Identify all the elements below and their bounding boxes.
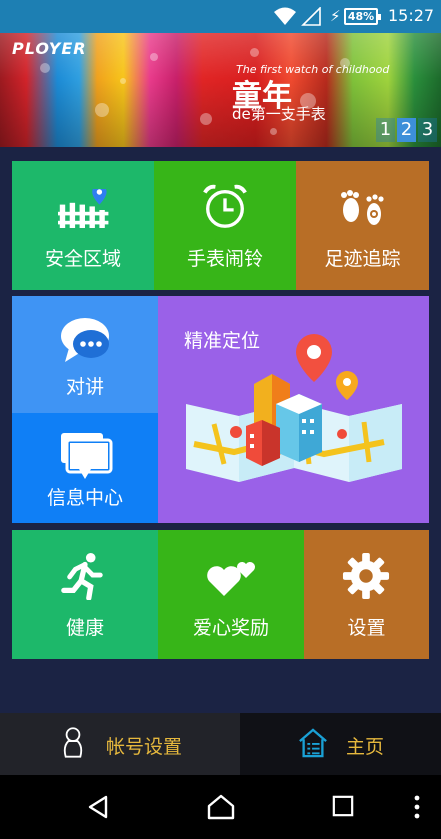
chat-bubble-icon [61, 318, 109, 362]
home-button-icon[interactable] [207, 794, 235, 820]
brand-logo: PLOYER [12, 39, 87, 58]
precise-location-tile[interactable]: 精准定位 [158, 296, 429, 523]
account-settings-tab[interactable]: 帐号设置 [0, 713, 240, 775]
clock: 15:27 [388, 6, 435, 25]
promo-banner[interactable]: PLOYER The first watch of childhood 童年 d… [0, 33, 441, 147]
banner-page-indicator: 1 2 3 [376, 118, 437, 142]
home-icon [299, 728, 327, 758]
banner-page-1[interactable]: 1 [376, 118, 395, 142]
system-navigation-bar [0, 775, 441, 839]
footprints-icon [341, 190, 384, 225]
gear-icon [342, 552, 390, 600]
hearts-icon [207, 562, 255, 596]
banner-page-3[interactable]: 3 [418, 118, 437, 142]
wifi-icon [274, 7, 296, 25]
safe-zone-tile[interactable]: 安全区域 [12, 161, 154, 290]
health-tile[interactable]: 健康 [12, 530, 158, 659]
recents-icon[interactable] [332, 795, 354, 817]
message-center-tile[interactable]: 信息中心 [12, 413, 158, 523]
watch-alarm-label: 手表闹铃 [186, 248, 263, 270]
love-reward-label: 爱心奖励 [192, 617, 269, 639]
charging-icon: ⚡ [330, 7, 341, 25]
settings-label: 设置 [347, 617, 386, 639]
running-person-icon [61, 552, 103, 600]
home-tab[interactable]: 主页 [240, 713, 441, 775]
footprint-tracking-tile[interactable]: 足迹追踪 [296, 161, 429, 290]
status-bar: ⚡ 48% 15:27 [0, 0, 441, 33]
banner-page-2[interactable]: 2 [397, 118, 416, 142]
city-map-illustration [186, 334, 402, 482]
health-label: 健康 [65, 617, 104, 639]
messages-icon [61, 433, 113, 479]
person-outline-icon [63, 727, 83, 758]
safe-zone-label: 安全区域 [44, 248, 121, 270]
watch-alarm-tile[interactable]: 手表闹铃 [154, 161, 296, 290]
banner-subtitle: de第一支手表 [232, 105, 326, 123]
overflow-menu-icon[interactable] [414, 795, 420, 819]
signal-icon [301, 7, 321, 26]
account-settings-label: 帐号设置 [106, 736, 183, 758]
love-reward-tile[interactable]: 爱心奖励 [158, 530, 304, 659]
message-center-label: 信息中心 [46, 487, 123, 509]
intercom-tile[interactable]: 对讲 [12, 296, 158, 413]
settings-tile[interactable]: 设置 [304, 530, 429, 659]
bottom-navigation: 帐号设置 主页 [0, 713, 441, 775]
back-icon[interactable] [86, 795, 110, 819]
home-label: 主页 [346, 736, 385, 758]
battery-indicator: 48% [344, 8, 381, 25]
fence-location-icon [58, 189, 109, 228]
footprint-tracking-label: 足迹追踪 [324, 248, 401, 270]
alarm-clock-icon [203, 184, 247, 228]
intercom-label: 对讲 [65, 376, 104, 398]
